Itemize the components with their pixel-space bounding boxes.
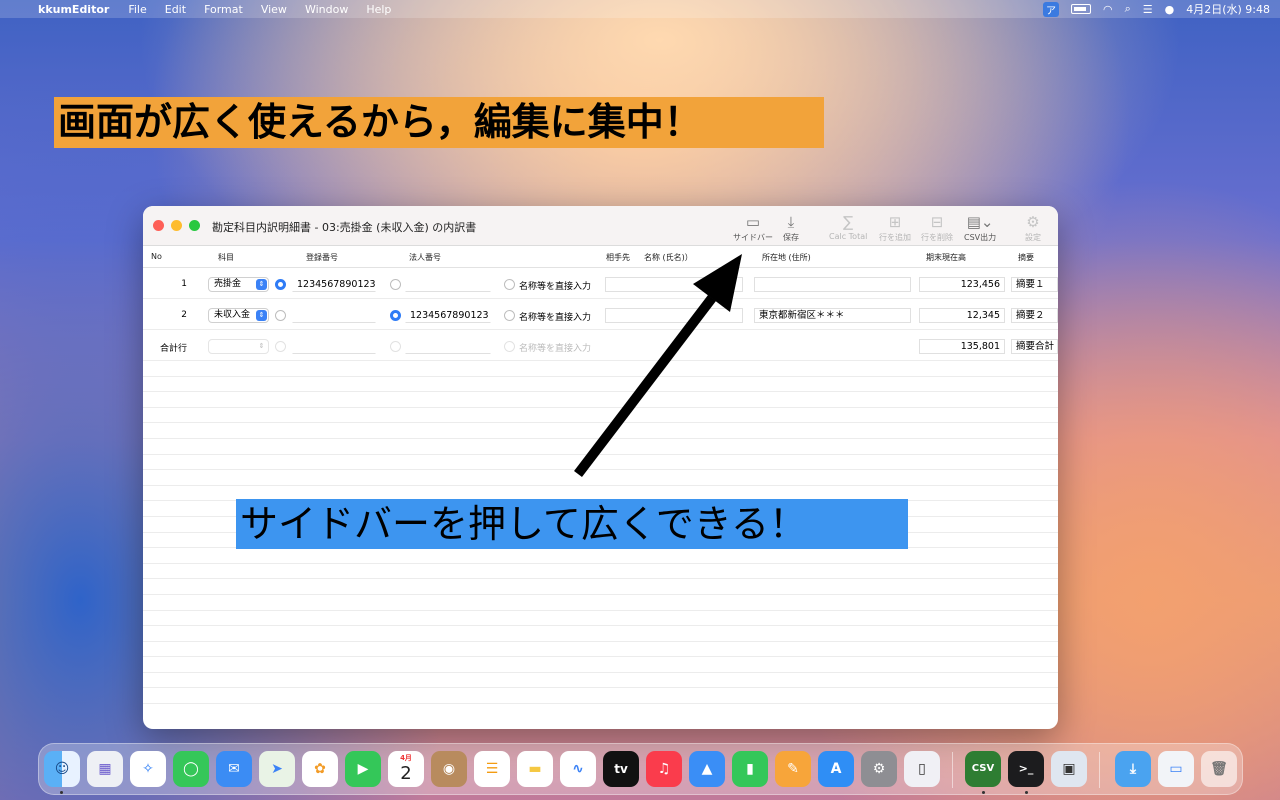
arrow-head xyxy=(693,254,742,312)
arrow-shaft xyxy=(574,294,716,478)
pointer-arrow xyxy=(574,254,742,478)
